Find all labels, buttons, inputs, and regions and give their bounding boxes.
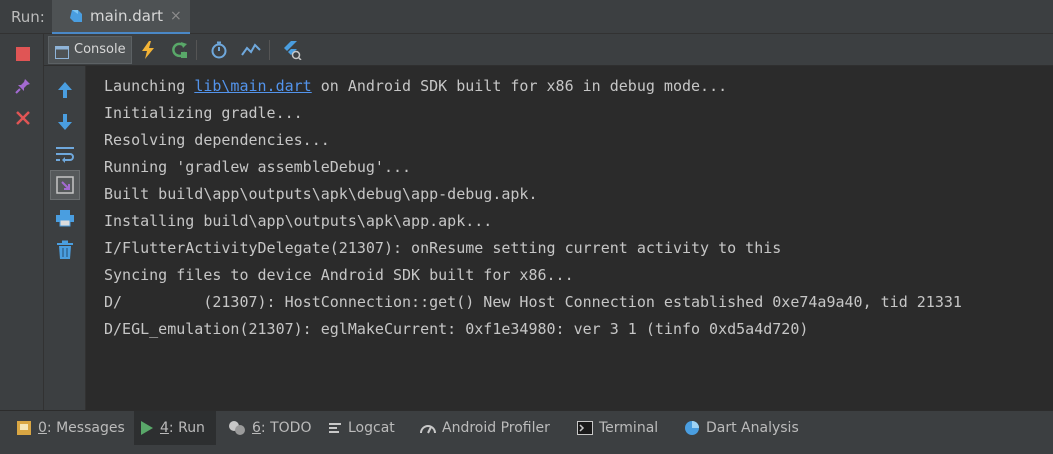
stopwatch-icon[interactable] bbox=[209, 40, 229, 60]
console-line: Installing build\app\outputs\apk\app.apk… bbox=[104, 212, 493, 230]
arrow-down-icon[interactable] bbox=[54, 111, 76, 133]
console-line: Built build\app\outputs\apk\debug\app-de… bbox=[104, 185, 538, 203]
profiler-label: Android Profiler bbox=[442, 420, 550, 436]
console-line: Launching lib\main.dart on Android SDK b… bbox=[104, 76, 727, 96]
messages-label: : Messages bbox=[46, 420, 125, 436]
close-icon[interactable] bbox=[12, 107, 34, 129]
profiler-icon bbox=[420, 422, 436, 434]
messages-icon bbox=[16, 420, 32, 436]
tab-console[interactable]: Console bbox=[48, 36, 132, 64]
todo-icon bbox=[228, 420, 246, 436]
scroll-to-end-icon[interactable] bbox=[50, 170, 80, 200]
file-link[interactable]: lib\main.dart bbox=[194, 77, 311, 95]
tool-tab-run[interactable]: 4: Run bbox=[134, 411, 216, 445]
tool-window-bar: 0: Messages 4: Run 6: TODO Logcat Androi… bbox=[0, 410, 1053, 454]
tab-close-icon[interactable]: × bbox=[170, 8, 182, 24]
run-tab-title: main.dart bbox=[90, 7, 164, 25]
run-label: : Run bbox=[168, 420, 205, 436]
restart-icon[interactable] bbox=[169, 40, 189, 60]
toolbar-separator bbox=[196, 40, 197, 60]
console-line: Syncing files to device Android SDK buil… bbox=[104, 266, 574, 284]
terminal-label: Terminal bbox=[599, 420, 659, 436]
tool-tab-android-profiler[interactable]: Android Profiler bbox=[414, 411, 556, 445]
console-toolbar: Console bbox=[44, 34, 1053, 66]
console-line: Running 'gradlew assembleDebug'... bbox=[104, 158, 412, 176]
todo-label: : TODO bbox=[260, 420, 312, 436]
run-shortcut: 4 bbox=[160, 420, 169, 436]
logcat-icon bbox=[328, 422, 342, 434]
stop-icon[interactable] bbox=[12, 43, 34, 65]
console-line: Initializing gradle... bbox=[104, 104, 303, 122]
tool-tab-terminal[interactable]: Terminal bbox=[571, 411, 664, 445]
todo-shortcut: 6 bbox=[252, 420, 261, 436]
tool-tab-todo[interactable]: 6: TODO bbox=[222, 411, 317, 445]
dart-file-icon bbox=[68, 8, 84, 28]
console-text: Launching bbox=[104, 77, 195, 95]
console-line: I/FlutterActivityDelegate(21307): onResu… bbox=[104, 239, 782, 257]
console-output[interactable]: Launching lib\main.dart on Android SDK b… bbox=[86, 66, 1053, 410]
console-text: on Android SDK built for x86 in debug mo… bbox=[311, 77, 728, 95]
logcat-label: Logcat bbox=[348, 420, 395, 436]
flutter-inspector-icon[interactable] bbox=[282, 40, 302, 60]
dart-analysis-label: Dart Analysis bbox=[706, 420, 799, 436]
run-tab-bar: Run: main.dart × bbox=[0, 0, 1053, 34]
run-tab-main-dart[interactable]: main.dart × bbox=[52, 0, 190, 34]
tool-tab-messages[interactable]: 0: Messages bbox=[10, 411, 131, 445]
console-tab-label: Console bbox=[74, 42, 126, 57]
run-play-icon bbox=[140, 420, 154, 436]
console-icon bbox=[55, 44, 69, 63]
messages-shortcut: 0 bbox=[38, 420, 47, 436]
lightning-icon[interactable] bbox=[138, 40, 158, 60]
chart-icon[interactable] bbox=[241, 40, 261, 60]
print-icon[interactable] bbox=[54, 207, 76, 229]
console-line: Resolving dependencies... bbox=[104, 131, 330, 149]
arrow-up-icon[interactable] bbox=[54, 79, 76, 101]
pin-icon[interactable] bbox=[12, 75, 34, 97]
console-line: D/EGL_emulation(21307): eglMakeCurrent: … bbox=[104, 320, 809, 338]
console-gutter bbox=[44, 66, 86, 410]
tool-tab-logcat[interactable]: Logcat bbox=[322, 411, 401, 445]
run-actions-strip bbox=[0, 34, 44, 410]
dart-analysis-icon bbox=[684, 420, 700, 436]
terminal-icon bbox=[577, 421, 593, 435]
trash-icon[interactable] bbox=[54, 239, 76, 261]
toolbar-separator bbox=[269, 40, 270, 60]
tool-tab-dart-analysis[interactable]: Dart Analysis bbox=[678, 411, 805, 445]
run-label: Run: bbox=[11, 8, 45, 26]
console-line: D/ (21307): HostConnection::get() New Ho… bbox=[104, 293, 962, 311]
soft-wrap-icon[interactable] bbox=[54, 143, 76, 165]
